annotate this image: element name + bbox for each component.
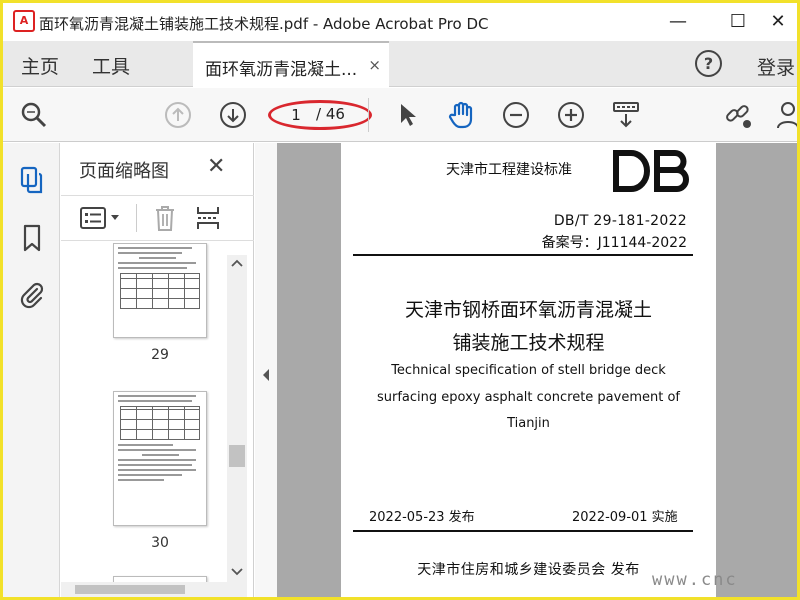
document-tab-label: 面环氧沥青混凝土... bbox=[205, 60, 358, 80]
extract-pages-icon[interactable] bbox=[195, 204, 221, 236]
options-menu-icon[interactable] bbox=[79, 206, 123, 234]
bookmarks-icon[interactable] bbox=[17, 223, 47, 253]
acrobat-app-icon: A bbox=[13, 10, 35, 32]
zoom-in-icon[interactable] bbox=[554, 98, 588, 132]
share-link-icon[interactable] bbox=[721, 98, 755, 132]
document-title-en-line1: Technical specification of stell bridge … bbox=[391, 363, 666, 378]
select-cursor-icon[interactable] bbox=[390, 98, 424, 132]
collapse-arrow-icon[interactable] bbox=[261, 368, 271, 382]
page-display-icon[interactable] bbox=[609, 98, 643, 132]
tab-document[interactable]: 面环氧沥青混凝土... × bbox=[193, 41, 389, 87]
document-title-cn-line2: 铺装施工技术规程 bbox=[452, 332, 605, 354]
thumbnail-page-29[interactable] bbox=[113, 243, 207, 338]
tab-bar: 主页 工具 面环氧沥青混凝土... × ? 登录 bbox=[3, 41, 797, 87]
zoom-out-icon[interactable] bbox=[499, 98, 533, 132]
delete-page-icon[interactable] bbox=[153, 204, 177, 236]
search-zoom-icon[interactable] bbox=[17, 98, 51, 132]
thumbnail-page-30[interactable] bbox=[113, 391, 207, 526]
hand-tool-icon[interactable] bbox=[444, 98, 478, 132]
implement-date: 2022-09-01 实施 bbox=[572, 510, 678, 525]
maximize-button[interactable]: ☐ bbox=[718, 7, 758, 37]
thumbnail-vertical-scrollbar[interactable] bbox=[227, 255, 247, 585]
thumbnail-page-number: 30 bbox=[151, 535, 169, 551]
thumbnail-page-number: 29 bbox=[151, 347, 169, 363]
previous-page-icon[interactable] bbox=[161, 98, 195, 132]
toolbar-divider bbox=[368, 98, 369, 132]
window-title: 面环氧沥青混凝土铺装施工技术规程.pdf - Adobe Acrobat Pro… bbox=[39, 15, 489, 33]
toolbar: / 46 bbox=[3, 88, 800, 142]
horizontal-scrollbar-thumb[interactable] bbox=[75, 585, 185, 594]
record-number: 备案号：J11144-2022 bbox=[541, 235, 687, 251]
document-page: 天津市工程建设标准 DB/T 29-181-2022 备案号：J11144-20… bbox=[341, 143, 716, 597]
scrollbar-thumb[interactable] bbox=[229, 445, 245, 467]
publish-date: 2022-05-23 发布 bbox=[369, 510, 475, 525]
footer-rule bbox=[353, 530, 693, 532]
thumbnail-horizontal-scrollbar[interactable] bbox=[61, 582, 247, 597]
thumbnail-panel: 页面缩略图 ✕ 29 30 bbox=[61, 143, 254, 597]
page-thumbnails-icon[interactable] bbox=[17, 165, 47, 195]
standard-label: 天津市工程建设标准 bbox=[446, 162, 572, 178]
help-icon[interactable]: ? bbox=[695, 50, 722, 77]
close-panel-button[interactable]: ✕ bbox=[207, 154, 225, 179]
page-number-input[interactable] bbox=[281, 105, 311, 125]
login-button[interactable]: 登录 bbox=[757, 53, 795, 80]
panel-toolbar-divider bbox=[136, 204, 137, 232]
document-title-en-line3: Tianjin bbox=[507, 416, 550, 431]
document-title-cn-line1: 天津市钢桥面环氧沥青混凝土 bbox=[404, 299, 652, 321]
tab-home[interactable]: 主页 bbox=[21, 52, 59, 79]
header-rule bbox=[353, 254, 693, 256]
scroll-up-icon[interactable] bbox=[230, 258, 244, 268]
title-bar: A 面环氧沥青混凝土铺装施工技术规程.pdf - Adobe Acrobat P… bbox=[3, 3, 797, 41]
standard-number: DB/T 29-181-2022 bbox=[553, 213, 687, 229]
thumbnail-panel-title: 页面缩略图 bbox=[79, 161, 169, 182]
navigation-rail bbox=[3, 143, 60, 597]
next-page-icon[interactable] bbox=[216, 98, 250, 132]
tab-tools[interactable]: 工具 bbox=[92, 52, 130, 79]
user-account-icon[interactable] bbox=[771, 98, 800, 132]
page-total-label: / 46 bbox=[316, 105, 345, 123]
site-watermark: www.cnc bbox=[652, 570, 738, 590]
document-viewport[interactable]: 天津市工程建设标准 DB/T 29-181-2022 备案号：J11144-20… bbox=[277, 143, 797, 597]
thumbnail-list: 29 30 bbox=[61, 243, 231, 583]
minimize-button[interactable]: — bbox=[658, 7, 698, 37]
thumbnail-panel-toolbar bbox=[61, 195, 254, 241]
close-tab-button[interactable]: × bbox=[368, 56, 381, 74]
close-window-button[interactable]: ✕ bbox=[758, 7, 798, 37]
panel-collapse-strip[interactable] bbox=[255, 143, 277, 597]
attachments-icon[interactable] bbox=[17, 280, 47, 310]
db-logo bbox=[613, 150, 689, 192]
document-title-en-line2: surfacing epoxy asphalt concrete pavemen… bbox=[377, 390, 680, 405]
scroll-down-icon[interactable] bbox=[230, 567, 244, 577]
